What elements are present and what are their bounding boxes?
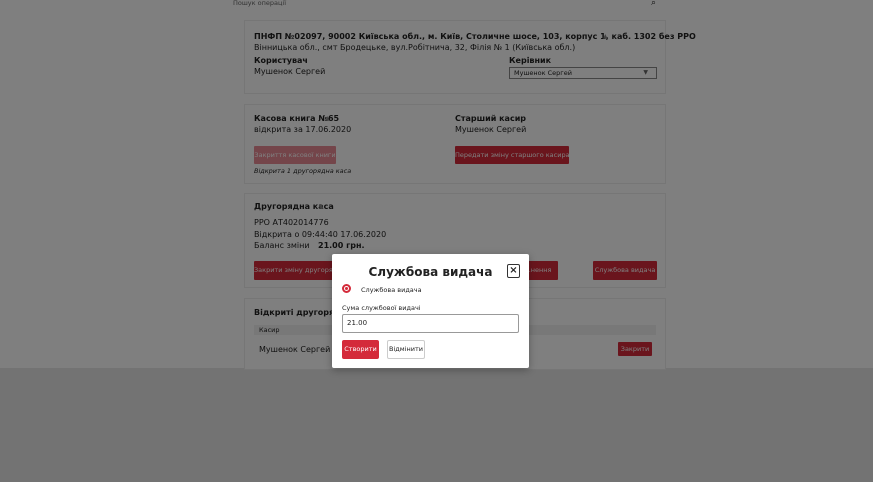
amount-label: Сума службової видачі <box>342 304 421 312</box>
radio-service-issue[interactable] <box>342 284 351 293</box>
modal-title: Службова видача <box>368 265 493 279</box>
cancel-button[interactable]: Відмінити <box>387 340 425 359</box>
close-icon[interactable]: × <box>507 264 520 278</box>
modal-overlay[interactable] <box>0 0 873 482</box>
radio-label: Службова видача <box>361 286 422 294</box>
service-issue-modal: Службова видача × Службова видача Сума с… <box>332 254 529 368</box>
amount-input[interactable]: 21.00 <box>342 314 519 333</box>
page: Пошук операції ⌕ ПНФП №02097, 90002 Київ… <box>0 0 873 482</box>
create-button[interactable]: Створити <box>342 340 379 359</box>
